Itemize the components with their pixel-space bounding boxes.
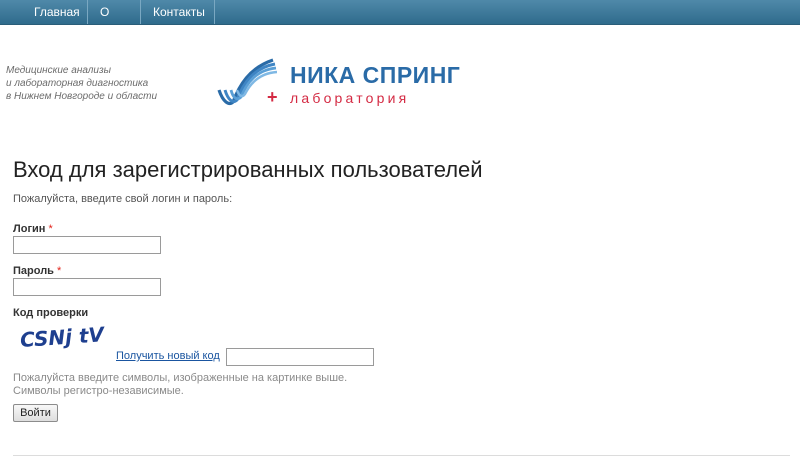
captcha-refresh-link[interactable]: Получить новый код (116, 350, 220, 362)
logo-plus-icon: + (267, 87, 278, 107)
nav-item-contacts[interactable]: Контакты (141, 0, 215, 24)
divider (13, 455, 790, 456)
tagline-line: в Нижнем Новгороде и области (6, 91, 158, 102)
captcha-label: Код проверки (13, 307, 89, 319)
hint-line: Символы регистро-независимые. (13, 385, 184, 397)
captcha-image: CSNj tV (19, 322, 106, 352)
logo-title: НИКА СПРИНГ (290, 62, 461, 88)
captcha-text: CSNj tV (19, 322, 106, 352)
password-label-text: Пароль (13, 265, 54, 277)
required-mark: * (57, 265, 62, 277)
tagline-line: Медицинские анализы (6, 65, 111, 76)
top-nav: Главная О нас Контакты (0, 0, 800, 43)
tagline-line: и лабораторная диагностика (6, 78, 149, 89)
login-label: Логин * (13, 223, 53, 235)
form-intro: Пожалуйста, введите свой логин и пароль: (13, 193, 233, 205)
site-logo[interactable]: + НИКА СПРИНГ лаборатория (215, 54, 465, 110)
password-label: Пароль * (13, 265, 61, 277)
site-tagline: Медицинские анализы и лабораторная диагн… (6, 64, 157, 103)
logo-subtitle: лаборатория (290, 90, 410, 106)
login-submit-button[interactable]: Войти (13, 404, 58, 422)
hint-line: Пожалуйста введите символы, изображенные… (13, 372, 348, 384)
page-title: Вход для зарегистрированных пользователе… (13, 157, 483, 182)
nav-item-home[interactable]: Главная (22, 0, 88, 24)
captcha-input[interactable] (226, 348, 374, 366)
login-input[interactable] (13, 236, 161, 254)
nav-item-about[interactable]: О нас (88, 0, 141, 43)
login-label-text: Логин (13, 223, 46, 235)
captcha-hint: Пожалуйста введите символы, изображенные… (13, 372, 347, 398)
required-mark: * (48, 223, 53, 235)
password-input[interactable] (13, 278, 161, 296)
